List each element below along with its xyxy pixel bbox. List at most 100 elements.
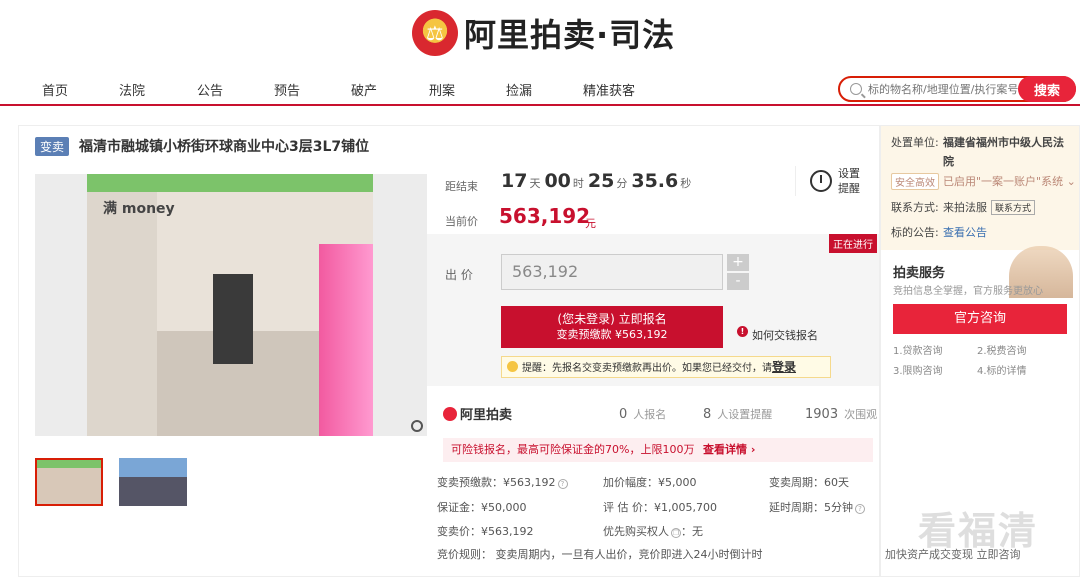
timer-minutes: 25 — [587, 170, 615, 192]
login-link[interactable]: 登录 — [772, 360, 796, 374]
thumbnail-1[interactable] — [35, 458, 103, 506]
current-price-label: 当前价 — [445, 215, 478, 228]
svc-tax-link[interactable]: 2.税费咨询 — [977, 342, 1027, 357]
bid-decrease-button[interactable]: - — [727, 273, 749, 290]
view-count: 1903 次围观 — [805, 407, 878, 422]
ali-auction-brand: 阿里拍卖 — [460, 408, 513, 423]
guarantee-info: 保证金：¥50,000 — [437, 501, 527, 514]
nav-item-leads[interactable]: 精准获客 — [583, 80, 635, 99]
photo-wall — [87, 192, 157, 436]
photo-corridor — [213, 274, 253, 364]
signup-main-label: (您未登录) 立即报名 — [557, 312, 667, 326]
alarm-clock-icon — [810, 170, 832, 192]
bid-label: 出 价 — [445, 268, 473, 282]
loan-promo-text: 可险钱报名，最高可险保证金的70%，上限100万 — [451, 443, 695, 456]
timer-minutes-unit: 分 — [616, 177, 628, 190]
current-price: 563,192 — [499, 204, 591, 228]
help-icon: ? — [557, 479, 568, 489]
timer-days-unit: 天 — [529, 177, 541, 190]
search-input[interactable] — [868, 82, 1018, 96]
unit-name-line1[interactable]: 福建省福州市中级人民法 — [943, 134, 1064, 150]
info-icon: ! — [737, 326, 748, 337]
svc-detail-link[interactable]: 4.标的详情 — [977, 362, 1027, 377]
search-button[interactable]: 搜索 — [1018, 76, 1076, 102]
official-consult-button[interactable]: 官方咨询 — [893, 304, 1067, 334]
view-details-link[interactable]: 查看详情 › — [703, 438, 755, 462]
timer-seconds-unit: 秒 — [680, 177, 692, 190]
notice-label: 标的公告: — [891, 226, 939, 239]
timer-days: 17 — [501, 170, 528, 192]
view-notice-link[interactable]: 查看公告 — [943, 224, 987, 240]
set-reminder-button[interactable]: 设置提醒 — [795, 166, 866, 196]
contact-button[interactable]: 联系方式 — [991, 200, 1036, 215]
unit-name-line2: 院 — [943, 155, 954, 168]
nav-item-criminal[interactable]: 刑案 — [429, 80, 455, 99]
nav-item-court[interactable]: 法院 — [119, 80, 145, 99]
photo-claw-machine — [319, 244, 373, 436]
listing-panel: 变卖 福清市融城镇小桥街环球商业中心3层3L7铺位 满 money 距结束 17… — [18, 125, 880, 577]
signup-button[interactable]: (您未登录) 立即报名 变卖预缴款 ¥563,192 — [501, 306, 723, 348]
timer-hours-unit: 时 — [572, 177, 584, 190]
ali-auction-logo: 阿里拍卖 — [443, 404, 512, 423]
nav-item-notice[interactable]: 公告 — [197, 80, 223, 99]
title-row: 变卖 福清市融城镇小桥街环球商业中心3层3L7铺位 — [35, 136, 369, 156]
property-photo: 满 money — [87, 174, 373, 436]
svc-limit-link[interactable]: 3.限购咨询 — [893, 362, 943, 377]
timer-hours: 00 — [544, 170, 571, 192]
nav-item-bankruptcy[interactable]: 破产 — [351, 80, 377, 99]
bid-increase-button[interactable]: + — [727, 254, 749, 271]
photo-shop-sign: 满 money — [103, 201, 175, 217]
unit-label: 处置单位: — [891, 136, 939, 149]
lightbulb-icon — [507, 361, 518, 372]
watermark: 看福清 — [918, 509, 1039, 553]
auction-service-title: 拍卖服务 — [893, 266, 946, 281]
nav-item-home[interactable]: 首页 — [42, 80, 68, 99]
status-badge: 正在进行 — [829, 234, 877, 253]
how-to-pay-link[interactable]: 如何交钱报名 — [752, 327, 818, 343]
nav-item-preview[interactable]: 预告 — [274, 80, 300, 99]
listing-title: 福清市融城镇小桥街环球商业中心3层3L7铺位 — [79, 139, 370, 155]
priority-info: 优先购买权人 ❐ ：无 — [603, 525, 703, 538]
signup-count: 0 人报名 — [619, 407, 667, 422]
priority-badge-icon: ❐ — [671, 528, 681, 538]
help-icon: ? — [855, 504, 865, 514]
nav-item-bargain[interactable]: 捡漏 — [506, 80, 532, 99]
thumbnail-2[interactable] — [119, 458, 187, 506]
search-box: 搜索 — [838, 76, 1076, 102]
set-reminder-label: 设置提醒 — [838, 167, 860, 195]
increment-info: 加价幅度：¥5,000 — [603, 476, 697, 489]
reminder-count: 8 人设置提醒 — [703, 407, 773, 422]
site-logo[interactable]: ⚖ 阿里拍卖·司法 — [412, 10, 675, 56]
search-icon — [850, 83, 862, 95]
zoom-icon[interactable] — [411, 420, 423, 432]
auction-service-subtitle: 竞拍信息全掌握，官方服务更放心 — [893, 286, 1043, 297]
period-info: 变卖周期：60天 — [769, 476, 849, 489]
delay-info: 延时周期：5分钟? — [769, 499, 865, 515]
ali-auction-mark-icon — [443, 406, 457, 421]
appraisal-info: 评 估 价：¥1,005,700 — [603, 501, 717, 514]
sale-price-info: 变卖价：¥563,192 — [437, 525, 534, 538]
court-emblem-icon: ⚖ — [412, 10, 458, 56]
security-badge: 安全高效 — [891, 173, 939, 190]
countdown-timer: 17 天 00 时 25 分 35.6 秒 — [501, 170, 695, 192]
current-price-unit: 元 — [585, 217, 596, 230]
account-system-text[interactable]: 已启用"一案一账户"系统 ⌄ — [943, 173, 1076, 189]
header: ⚖ 阿里拍卖·司法 — [0, 0, 1080, 70]
logo-text: 阿里拍卖·司法 — [464, 16, 676, 54]
contact-value: 来拍法服 联系方式 — [943, 199, 1036, 215]
loan-promo-banner: 可险钱报名，最高可险保证金的70%，上限100万 查看详情 › — [443, 438, 873, 462]
bid-area: 正在进行 出 价 563,192 + - (您未登录) 立即报名 变卖预缴款 ¥… — [427, 234, 879, 386]
timer-seconds: 35.6 — [631, 170, 679, 192]
bidding-rule: 竞价规则： 变卖周期内，一旦有人出价，竞价即进入24小时倒计时 — [437, 548, 763, 561]
svc-loan-link[interactable]: 1.贷款咨询 — [893, 342, 943, 357]
login-tip: 提醒：先报名交变卖预缴款再出价。如果您已经交付，请登录 — [501, 356, 831, 378]
timer-label: 距结束 — [445, 180, 478, 193]
deposit-info: 变卖预缴款：¥563,192? — [437, 474, 568, 490]
contact-label: 联系方式: — [891, 201, 939, 214]
court-info: 处置单位: 福建省福州市中级人民法 院 安全高效 已启用"一案一账户"系统 ⌄ … — [881, 126, 1079, 250]
bid-amount-input[interactable]: 563,192 — [501, 254, 723, 290]
main-photo[interactable]: 满 money — [35, 174, 427, 436]
tip-text: 提醒：先报名交变卖预缴款再出价。如果您已经交付，请 — [522, 363, 772, 374]
signup-sub-label: 变卖预缴款 ¥563,192 — [556, 328, 668, 341]
sale-type-tag: 变卖 — [35, 136, 70, 156]
